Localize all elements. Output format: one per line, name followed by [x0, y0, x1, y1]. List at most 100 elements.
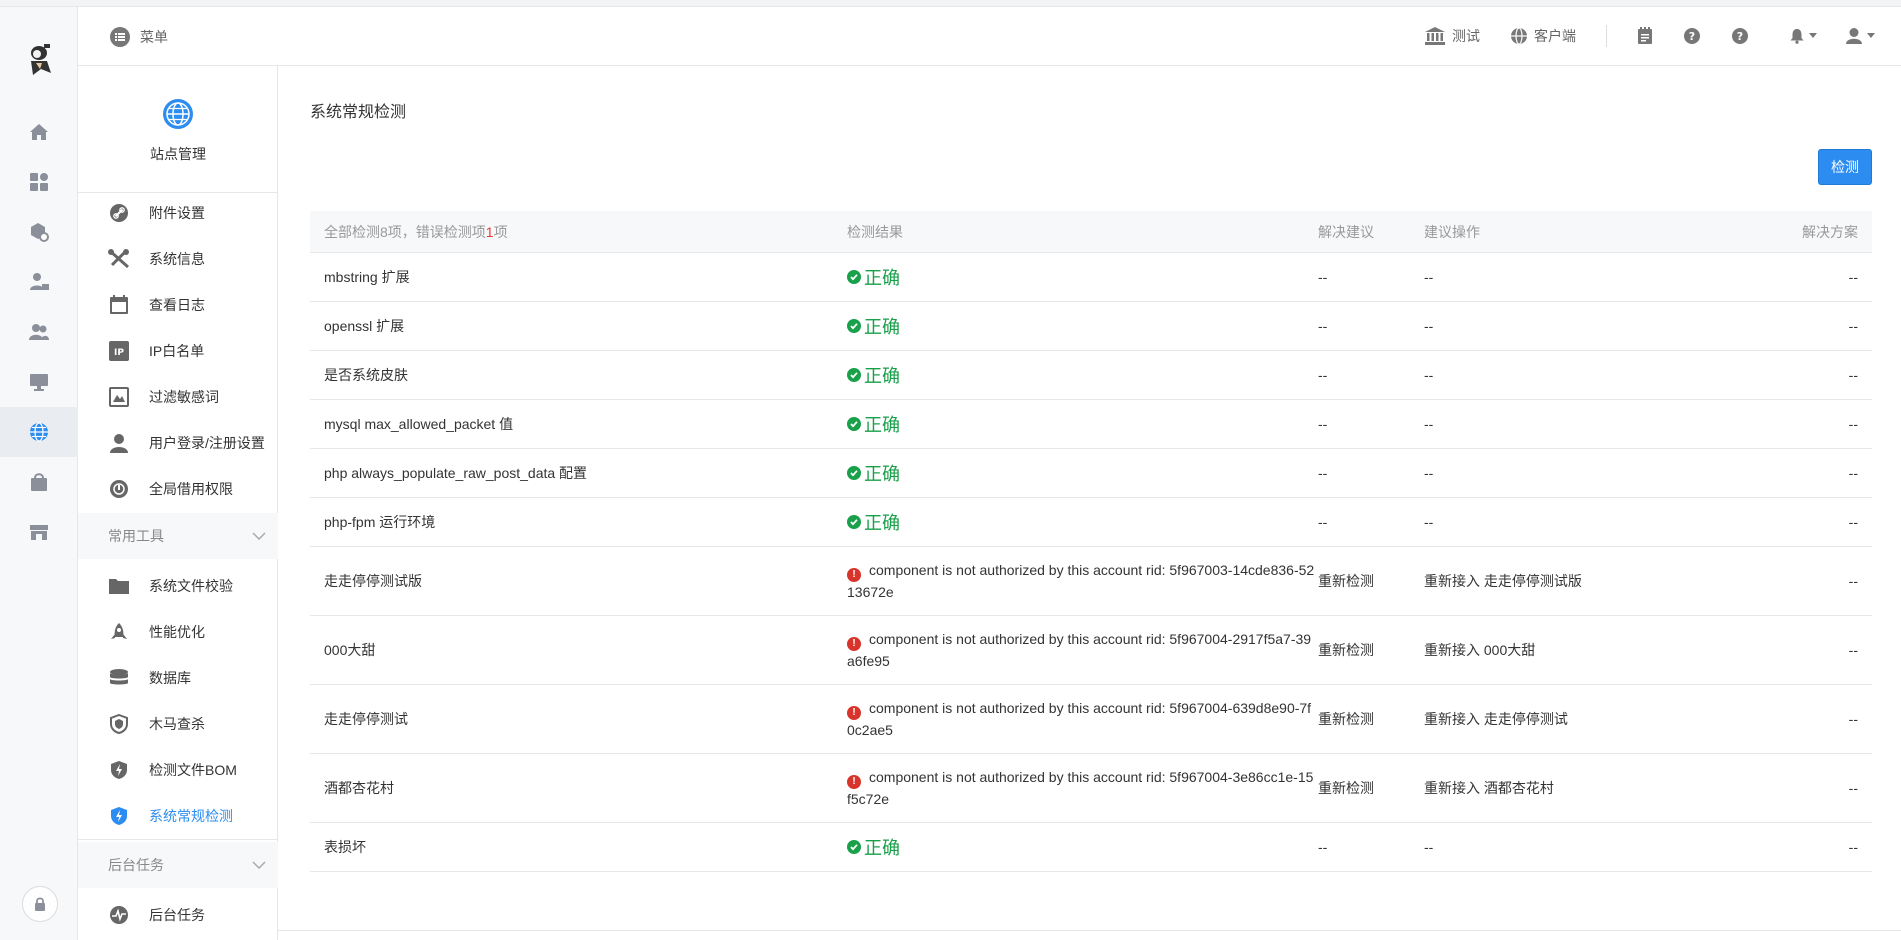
ip-icon: IP [107, 340, 131, 362]
result-text: component is not authorized by this acco… [847, 562, 1315, 600]
sidebar-item-background-task[interactable]: 后台任务 [78, 892, 278, 938]
client-link[interactable]: 客户端 [1510, 26, 1576, 46]
reconnect-link[interactable]: 重新接入 走走停停测试 [1424, 684, 1724, 754]
result-text: component is not authorized by this acco… [847, 700, 1312, 738]
bag-icon [31, 473, 47, 491]
rail-bag[interactable] [0, 457, 78, 507]
test-label: 测试 [1452, 28, 1480, 44]
rail-users[interactable] [0, 307, 78, 357]
ok-result: 正确 [847, 411, 1318, 437]
check-item-name: mbstring 扩展 [310, 252, 847, 302]
action-cell: -- [1424, 448, 1724, 498]
ok-result: 正确 [847, 362, 1318, 388]
sidebar-item-login-register[interactable]: 用户登录/注册设置 [78, 420, 278, 466]
rail-monitor[interactable] [0, 357, 78, 407]
recheck-link[interactable]: 重新检测 [1318, 615, 1424, 685]
check-item-name: 走走停停测试 [310, 684, 847, 754]
rail-home[interactable] [0, 107, 78, 157]
globe-icon [163, 99, 193, 129]
table-row: php-fpm 运行环境 正确 -- -- -- [310, 497, 1872, 547]
menu-label: 菜单 [140, 29, 168, 45]
store-icon [30, 525, 48, 540]
check-item-name: 酒都杏花村 [310, 753, 847, 823]
table-row: 是否系统皮肤 正确 -- -- -- [310, 350, 1872, 400]
advice-cell: -- [1318, 301, 1424, 351]
table-header-row: 全部检测8项，错误检测项1项 检测结果 解决建议 建议操作 解决方案 [310, 211, 1872, 253]
action-cell: -- [1424, 822, 1724, 872]
table-row: 走走停停测试! component is not authorized by th… [310, 684, 1872, 754]
sidebar-item-file-check[interactable]: 系统文件校验 [78, 563, 278, 609]
check-button[interactable]: 检测 [1818, 149, 1872, 185]
action-cell: -- [1424, 399, 1724, 449]
recheck-link[interactable]: 重新检测 [1318, 546, 1424, 616]
sidebar-item-label: 性能优化 [149, 624, 205, 640]
reconnect-link[interactable]: 重新接入 酒都杏花村 [1424, 753, 1724, 823]
sidebar-item-global-permission[interactable]: 全局借用权限 [78, 466, 278, 512]
ok-result: 正确 [847, 264, 1318, 290]
ok-result: 正确 [847, 460, 1318, 486]
rail-modules[interactable] [0, 207, 78, 257]
main-content: 系统常规检测 检测 全部检测8项，错误检测项1项 检测结果 解决建议 建议操作 … [278, 66, 1901, 940]
check-result-cell: 正确 [847, 822, 1318, 872]
test-link[interactable]: 测试 [1424, 26, 1480, 46]
permission-icon [107, 478, 131, 500]
help-button[interactable]: ? [1683, 27, 1701, 45]
sidebar-item-logs[interactable]: 查看日志 [78, 282, 278, 328]
sidebar-item-label: 木马查杀 [149, 716, 205, 732]
notepad-icon [1638, 27, 1652, 44]
sidebar-item-label: IP白名单 [149, 343, 205, 359]
error-circle-icon: ! [847, 775, 861, 789]
result-text: 正确 [864, 317, 900, 337]
rail-apps[interactable] [0, 157, 78, 207]
rail-store[interactable] [0, 507, 78, 557]
check-item-name: php always_populate_raw_post_data 配置 [310, 448, 847, 498]
result-text: 正确 [864, 838, 900, 858]
box-gear-icon [31, 223, 49, 242]
ok-result: 正确 [847, 834, 1318, 860]
result-text: 正确 [864, 268, 900, 288]
sidebar-item-sensitive-words[interactable]: 过滤敏感词 [78, 374, 278, 420]
sidebar-item-label: 后台任务 [149, 907, 205, 923]
sidebar-item-attachment[interactable]: 附件设置 [78, 190, 278, 236]
chevron-down-icon [252, 861, 266, 869]
notifications-dropdown[interactable] [1789, 28, 1817, 44]
bank-icon [1425, 27, 1445, 45]
column-header-action: 建议操作 [1424, 211, 1724, 253]
sidebar-item-ip-whitelist[interactable]: IP IP白名单 [78, 328, 278, 374]
check-item-name: openssl 扩展 [310, 301, 847, 351]
action-cell: -- [1424, 301, 1724, 351]
recheck-link[interactable]: 重新检测 [1318, 684, 1424, 754]
group-background-tasks[interactable]: 后台任务 [78, 842, 278, 888]
sidebar-item-label: 附件设置 [149, 205, 205, 221]
sidebar-item-performance[interactable]: 性能优化 [78, 609, 278, 655]
rail-user-lock[interactable] [0, 257, 78, 307]
result-text: component is not authorized by this acco… [847, 769, 1314, 807]
user-dropdown[interactable] [1845, 27, 1875, 45]
check-item-name: mysql max_allowed_packet 值 [310, 399, 847, 449]
lock-button[interactable] [22, 886, 58, 922]
reconnect-link[interactable]: 重新接入 走走停停测试版 [1424, 546, 1724, 616]
solution-cell: -- [1724, 615, 1872, 685]
sidebar-item-trojan-scan[interactable]: 木马查杀 [78, 701, 278, 747]
rail-site[interactable] [0, 407, 78, 457]
solution-cell: -- [1724, 399, 1872, 449]
group-common-tools[interactable]: 常用工具 [78, 513, 278, 559]
sidebar-item-routine-check[interactable]: 系统常规检测 [78, 793, 278, 839]
menu-toggle[interactable]: 菜单 [110, 27, 168, 47]
shield-icon [107, 713, 131, 735]
check-result-cell: 正确 [847, 252, 1318, 302]
notes-button[interactable] [1637, 27, 1653, 45]
sidebar-item-database[interactable]: 数据库 [78, 655, 278, 701]
site-sidebar: 站点管理 附件设置 系统信息 查看日志 IP IP白名单 过滤敏感词 用户登录/… [78, 66, 278, 940]
sidebar-item-bom-check[interactable]: 检测文件BOM [78, 747, 278, 793]
user-icon [1846, 28, 1862, 44]
table-row: mbstring 扩展 正确 -- -- -- [310, 252, 1872, 302]
error-count: 1 [485, 223, 494, 240]
help-button-2[interactable]: ? [1731, 27, 1749, 45]
recheck-link[interactable]: 重新检测 [1318, 753, 1424, 823]
check-result-cell: 正确 [847, 448, 1318, 498]
solution-cell: -- [1724, 684, 1872, 754]
reconnect-link[interactable]: 重新接入 000大甜 [1424, 615, 1724, 685]
chevron-down-icon [252, 532, 266, 540]
sidebar-item-system-info[interactable]: 系统信息 [78, 236, 278, 282]
